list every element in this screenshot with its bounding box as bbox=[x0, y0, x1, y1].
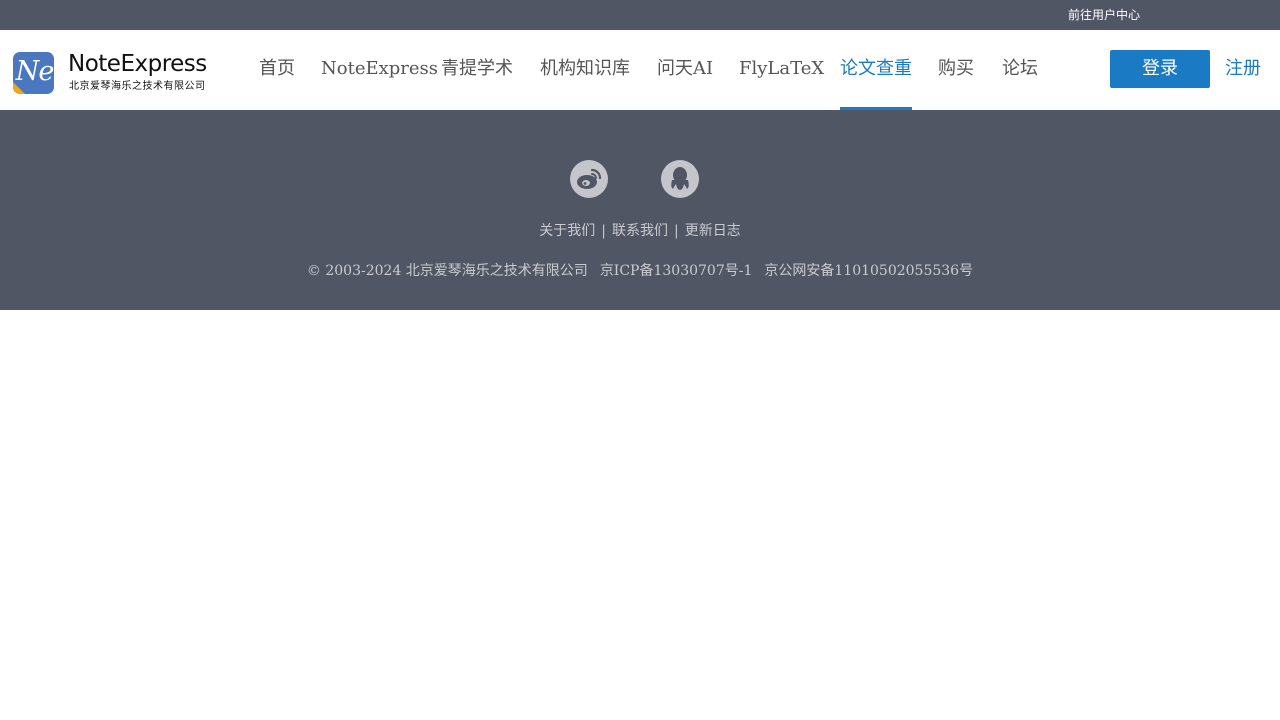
footer-separator: | bbox=[601, 223, 606, 239]
logo-mark-icon: Ne bbox=[13, 52, 54, 94]
contact-us-link[interactable]: 联系我们 bbox=[612, 223, 668, 239]
site-header: Ne NoteExpress 北京爱琴海乐之技术有限公司 首页 NoteExpr… bbox=[0, 30, 1280, 110]
nav-item-qingti[interactable]: 青提学术 bbox=[441, 56, 513, 82]
police-record-link[interactable]: 京公网安备11010502055536号 bbox=[764, 263, 973, 279]
user-center-link[interactable]: 前往用户中心 bbox=[1068, 7, 1140, 23]
nav-item-plagiarism-check[interactable]: 论文查重 bbox=[840, 56, 912, 82]
copyright-line: © 2003-2024 北京爱琴海乐之技术有限公司 京ICP备13030707号-… bbox=[0, 261, 1280, 281]
nav-item-purchase[interactable]: 购买 bbox=[938, 56, 974, 82]
footer-links: 关于我们 | 联系我们 | 更新日志 bbox=[0, 221, 1280, 241]
nav-item-home[interactable]: 首页 bbox=[259, 56, 295, 82]
top-bar: 前往用户中心 bbox=[0, 0, 1280, 30]
nav-item-flylatex[interactable]: FlyLaTeX bbox=[739, 56, 824, 82]
qq-icon[interactable] bbox=[661, 160, 699, 198]
nav-item-forum[interactable]: 论坛 bbox=[1002, 56, 1038, 82]
site-footer: 关于我们 | 联系我们 | 更新日志 © 2003-2024 北京爱琴海乐之技术有限公司… bbox=[0, 110, 1280, 310]
logo-name: NoteExpress bbox=[68, 51, 207, 77]
login-button[interactable]: 登录 bbox=[1110, 50, 1210, 88]
nav-item-noteexpress[interactable]: NoteExpress bbox=[321, 56, 438, 82]
register-link[interactable]: 注册 bbox=[1225, 56, 1261, 82]
about-us-link[interactable]: 关于我们 bbox=[539, 223, 595, 239]
logo[interactable]: Ne NoteExpress 北京爱琴海乐之技术有限公司 bbox=[13, 50, 213, 94]
copyright-text: © 2003-2024 北京爱琴海乐之技术有限公司 bbox=[306, 263, 588, 279]
changelog-link[interactable]: 更新日志 bbox=[685, 223, 741, 239]
weibo-icon[interactable] bbox=[570, 160, 608, 198]
logo-corner-accent bbox=[13, 82, 25, 94]
footer-separator: | bbox=[674, 223, 679, 239]
nav-item-repository[interactable]: 机构知识库 bbox=[540, 56, 630, 82]
icp-license-link[interactable]: 京ICP备13030707号-1 bbox=[600, 263, 753, 279]
logo-company: 北京爱琴海乐之技术有限公司 bbox=[69, 81, 206, 92]
nav-item-wentian-ai[interactable]: 问天AI bbox=[657, 56, 713, 82]
